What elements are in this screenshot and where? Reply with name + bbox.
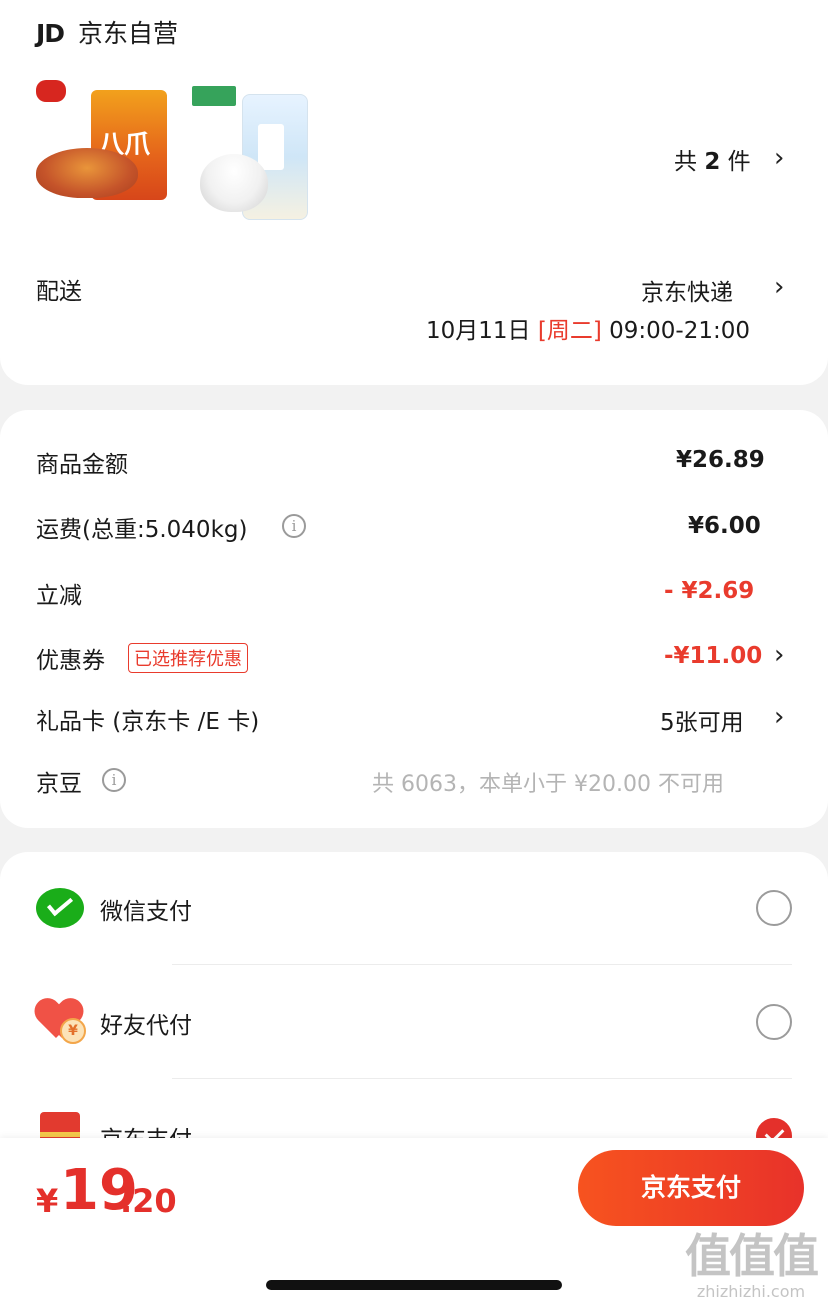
friend-pay-icon: ¥	[36, 1000, 86, 1044]
payment-radio-friend[interactable]	[756, 1004, 792, 1040]
total-price-decimal: .20	[120, 1182, 177, 1220]
gift-card-label: 礼品卡 (京东卡 /E 卡)	[36, 709, 260, 735]
checkout-bar: ¥ 19 .20 京东支付 值值值 zhizhizhi.com	[0, 1138, 828, 1306]
info-icon[interactable]: i	[282, 514, 306, 538]
delivery-weekday: [周二]	[537, 318, 602, 344]
delivery-label: 配送	[36, 279, 82, 305]
wechat-pay-icon	[36, 888, 86, 930]
rice-bowl	[200, 154, 268, 212]
chevron-right-icon[interactable]: ›	[774, 272, 784, 302]
delivery-method[interactable]: 京东快递	[641, 273, 733, 307]
shipping-fee-value: ¥6.00	[688, 513, 761, 539]
watermark: 值值值 zhizhizhi.com	[676, 1220, 826, 1301]
jingdou-note: 共 6063，本单小于 ¥20.00 不可用	[372, 772, 724, 797]
total-currency: ¥	[36, 1182, 59, 1220]
payment-option-label[interactable]: 好友代付	[100, 1006, 192, 1040]
jd-pay-button[interactable]: 京东支付	[578, 1150, 804, 1226]
goods-amount-value: ¥26.89	[676, 447, 765, 473]
rice-bag-label	[258, 124, 284, 170]
coupon-recommended-tag: 已选推荐优惠	[128, 643, 248, 673]
delivery-date: 10月11日	[426, 318, 531, 344]
brand-tag	[192, 86, 236, 106]
watermark-url: zhizhizhi.com	[696, 1282, 806, 1301]
chevron-right-icon[interactable]: ›	[774, 702, 784, 732]
payment-option-label[interactable]: 微信支付	[100, 892, 192, 926]
chevron-right-icon[interactable]: ›	[774, 640, 784, 670]
brand-badge	[36, 80, 66, 102]
coupon-label: 优惠券	[36, 648, 105, 674]
snack-pile	[36, 148, 138, 198]
shipping-fee-label: 运费(总重:5.040kg)	[36, 517, 248, 543]
divider	[172, 964, 792, 965]
delivery-hours: 09:00-21:00	[609, 318, 750, 344]
info-icon[interactable]: i	[102, 768, 126, 792]
instant-discount-label: 立减	[36, 583, 82, 609]
product-count[interactable]: 共 2 件	[674, 142, 751, 176]
store-name: 京东自营	[78, 19, 179, 48]
home-indicator[interactable]	[266, 1280, 562, 1290]
product-thumbnail-snack[interactable]: 八爪烧	[36, 80, 174, 224]
coupon-value[interactable]: -¥11.00	[664, 643, 762, 669]
goods-amount-label: 商品金额	[36, 452, 128, 478]
jingdou-label: 京豆	[36, 771, 82, 797]
gift-card-value[interactable]: 5张可用	[660, 703, 744, 737]
payment-radio-wechat[interactable]	[756, 890, 792, 926]
store-header: JD 京东自营	[36, 14, 178, 50]
instant-discount-value: - ¥2.69	[664, 578, 755, 604]
chevron-right-icon[interactable]: ›	[774, 143, 784, 173]
product-thumbnail-rice[interactable]	[192, 86, 330, 228]
watermark-logo: 值值值	[685, 1229, 819, 1283]
jd-logo: JD	[36, 19, 65, 48]
delivery-time[interactable]: 10月11日 [周二] 09:00-21:00	[426, 311, 750, 345]
divider	[172, 1078, 792, 1079]
